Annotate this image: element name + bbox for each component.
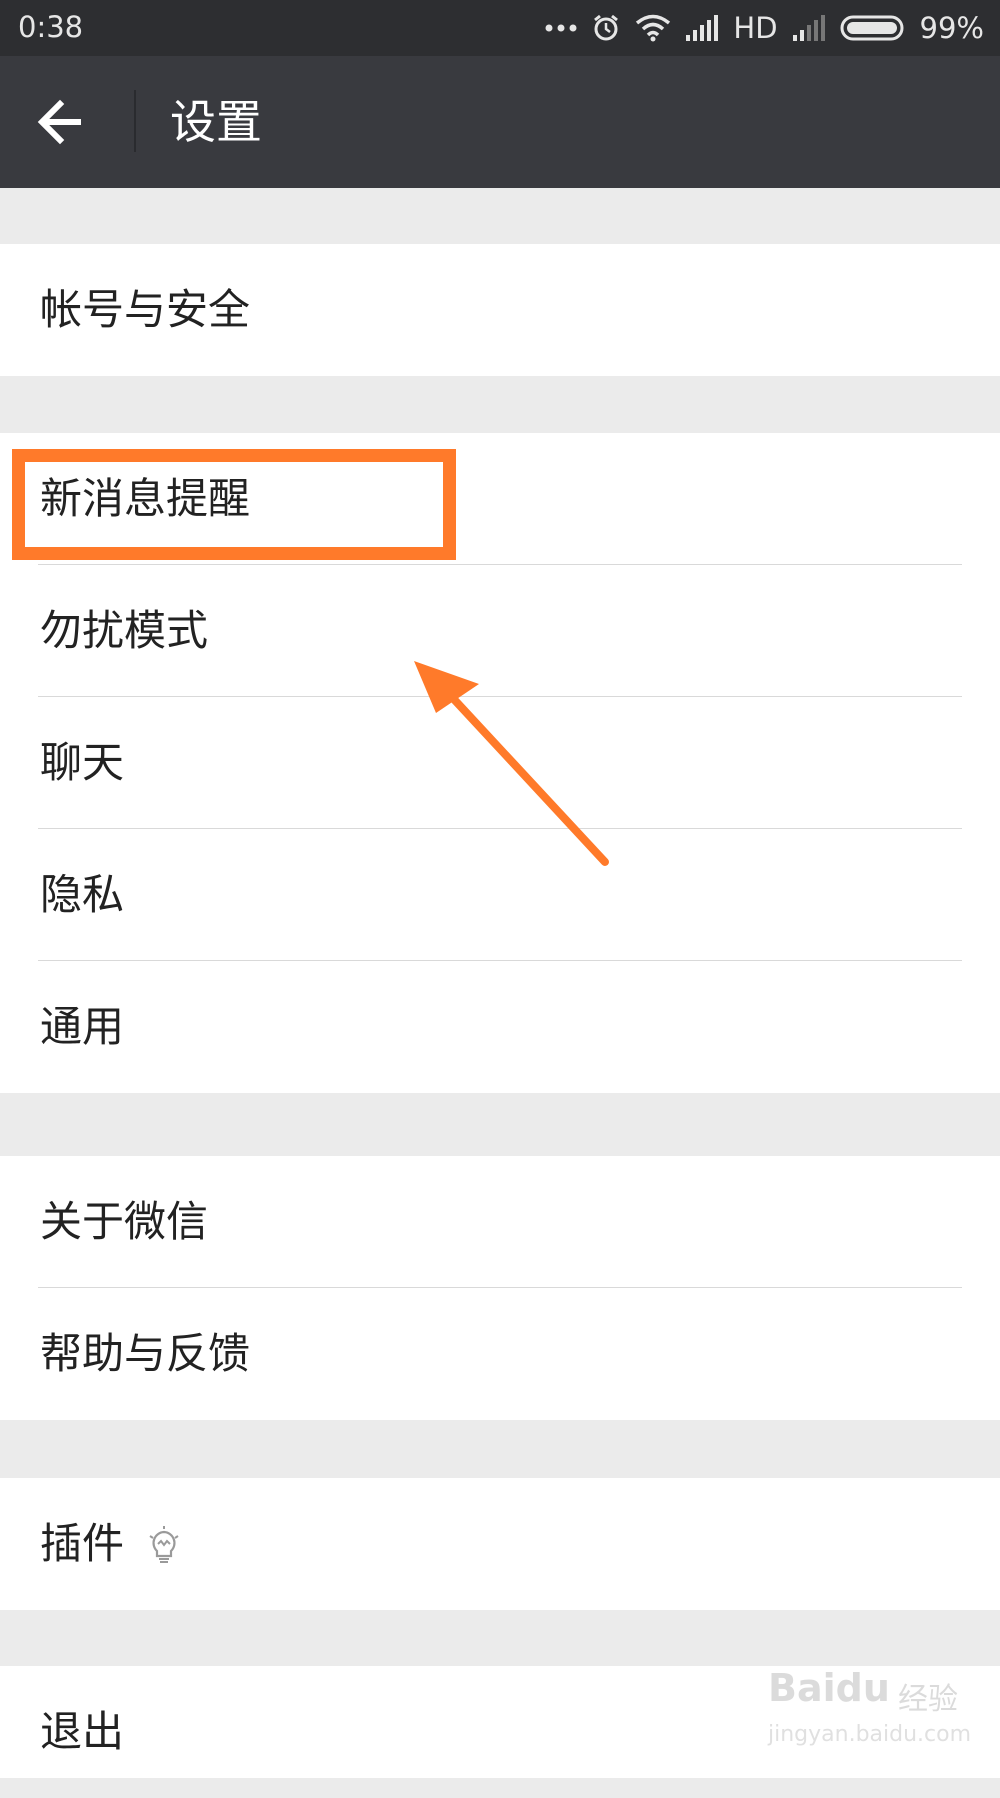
wifi-icon	[636, 14, 671, 42]
settings-item-label: 通用	[40, 1002, 125, 1051]
signal-weak-icon	[792, 15, 825, 41]
watermark-cn: 经验	[898, 1682, 958, 1717]
settings-item-label: 帐号与安全	[40, 285, 251, 334]
settings-group-about: 关于微信 帮助与反馈	[0, 1156, 1000, 1420]
settings-item-account-security[interactable]: 帐号与安全	[0, 244, 1000, 376]
settings-item-about-wechat[interactable]: 关于微信	[0, 1156, 1000, 1288]
signal-icon	[686, 15, 719, 41]
settings-group-account: 帐号与安全	[0, 244, 1000, 376]
settings-group-plugins: 插件	[0, 1478, 1000, 1610]
network-type-label: HD	[733, 11, 778, 45]
battery-percent: 99%	[919, 11, 984, 45]
settings-item-label: 隐私	[40, 870, 125, 919]
watermark-brand: Baidu	[768, 1666, 890, 1710]
app-bar: 设置	[0, 56, 1000, 188]
settings-item-label: 帮助与反馈	[40, 1329, 251, 1378]
settings-item-label: 插件	[40, 1519, 125, 1568]
watermark-logo: Baidu 经验 jingyan.baidu.com	[760, 1666, 971, 1766]
settings-item-help-feedback[interactable]: 帮助与反馈	[0, 1288, 1000, 1420]
more-dots-icon	[545, 24, 577, 32]
settings-item-general[interactable]: 通用	[0, 961, 1000, 1093]
status-time: 0:38	[18, 10, 84, 44]
settings-item-do-not-disturb[interactable]: 勿扰模式	[0, 565, 1000, 697]
page-title: 设置	[170, 95, 262, 149]
settings-item-label: 关于微信	[40, 1197, 209, 1246]
settings-item-label: 勿扰模式	[40, 606, 209, 655]
settings-item-chat[interactable]: 聊天	[0, 697, 1000, 829]
highlight-box	[12, 449, 456, 560]
settings-item-label: 退出	[40, 1707, 125, 1756]
settings-item-label: 聊天	[40, 738, 125, 787]
settings-item-plugins[interactable]: 插件	[0, 1478, 1000, 1610]
settings-item-privacy[interactable]: 隐私	[0, 829, 1000, 961]
watermark-url: jingyan.baidu.com	[768, 1722, 972, 1747]
back-arrow-icon[interactable]	[30, 90, 94, 154]
lightbulb-icon	[149, 1526, 179, 1563]
app-bar-divider	[134, 90, 136, 152]
status-icons: HD 99%	[545, 8, 984, 48]
alarm-icon	[594, 14, 619, 41]
battery-icon	[840, 15, 904, 41]
status-bar: 0:38 HD 99%	[0, 0, 1000, 56]
